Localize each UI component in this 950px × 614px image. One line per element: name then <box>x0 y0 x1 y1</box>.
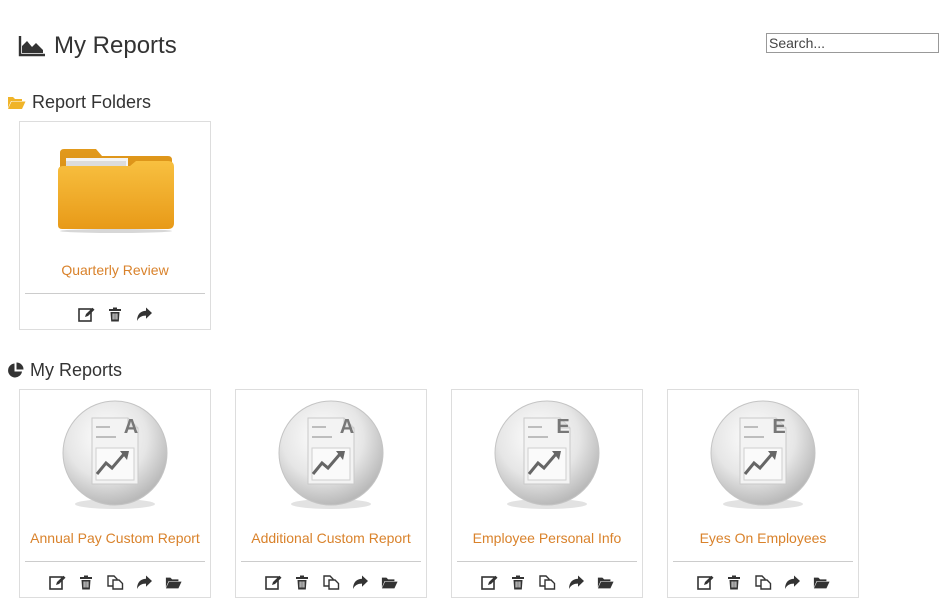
folder-open-icon <box>7 95 26 110</box>
folder-thumbnail[interactable] <box>20 122 210 250</box>
edit-icon[interactable] <box>696 574 714 591</box>
copy-icon[interactable] <box>754 574 772 591</box>
share-icon[interactable] <box>784 574 801 591</box>
report-card[interactable]: A Annual Pay Custom Report <box>19 389 211 598</box>
report-icon: E <box>494 400 600 509</box>
page-header: My Reports <box>18 30 177 62</box>
delete-icon[interactable] <box>78 574 95 591</box>
divider <box>457 561 637 562</box>
report-letter: E <box>556 416 569 438</box>
report-icon: A <box>62 400 168 509</box>
report-folders-heading: Report Folders <box>7 92 151 113</box>
edit-icon[interactable] <box>264 574 282 591</box>
folder-title-link[interactable]: Quarterly Review <box>20 262 210 278</box>
report-letter: A <box>340 416 354 438</box>
share-icon[interactable] <box>136 574 153 591</box>
report-title-link[interactable]: Eyes On Employees <box>668 530 858 546</box>
move-to-folder-icon[interactable] <box>165 574 182 591</box>
report-card[interactable]: E Eyes On Employees <box>667 389 859 598</box>
delete-icon[interactable] <box>510 574 527 591</box>
report-title-link[interactable]: Additional Custom Report <box>236 530 426 546</box>
report-actions <box>668 574 858 591</box>
copy-icon[interactable] <box>538 574 556 591</box>
pie-chart-icon <box>7 362 24 379</box>
report-thumbnail[interactable]: E <box>668 390 858 518</box>
delete-icon[interactable] <box>726 574 743 591</box>
area-chart-icon <box>18 35 46 57</box>
report-icon: A <box>278 400 384 509</box>
search-input[interactable] <box>766 33 939 53</box>
copy-icon[interactable] <box>322 574 340 591</box>
move-to-folder-icon[interactable] <box>597 574 614 591</box>
report-actions <box>20 574 210 591</box>
report-title-link[interactable]: Employee Personal Info <box>452 530 642 546</box>
delete-icon[interactable] <box>294 574 311 591</box>
move-to-folder-icon[interactable] <box>813 574 830 591</box>
edit-icon[interactable] <box>480 574 498 591</box>
report-thumbnail[interactable]: A <box>236 390 426 518</box>
report-letter: A <box>124 416 138 438</box>
report-card[interactable]: A Additional Custom Report <box>235 389 427 598</box>
delete-icon[interactable] <box>107 306 124 323</box>
report-letter: E <box>772 416 785 438</box>
share-icon[interactable] <box>352 574 369 591</box>
folder-icon <box>58 149 174 233</box>
section-title: My Reports <box>30 360 123 380</box>
section-title: Report Folders <box>32 92 152 112</box>
edit-icon[interactable] <box>48 574 66 591</box>
share-icon[interactable] <box>568 574 585 591</box>
divider <box>25 293 205 294</box>
copy-icon[interactable] <box>106 574 124 591</box>
folder-actions <box>20 306 210 323</box>
move-to-folder-icon[interactable] <box>381 574 398 591</box>
share-icon[interactable] <box>136 306 153 323</box>
my-reports-heading: My Reports <box>7 360 122 381</box>
divider <box>241 561 421 562</box>
report-actions <box>452 574 642 591</box>
edit-icon[interactable] <box>77 306 95 323</box>
report-actions <box>236 574 426 591</box>
report-thumbnail[interactable]: E <box>452 390 642 518</box>
page-title: My Reports <box>54 32 177 59</box>
folder-card[interactable]: Quarterly Review <box>19 121 211 330</box>
divider <box>673 561 853 562</box>
divider <box>25 561 205 562</box>
report-title-link[interactable]: Annual Pay Custom Report <box>20 530 210 546</box>
report-thumbnail[interactable]: A <box>20 390 210 518</box>
report-card[interactable]: E Employee Personal Info <box>451 389 643 598</box>
report-icon: E <box>710 400 816 509</box>
